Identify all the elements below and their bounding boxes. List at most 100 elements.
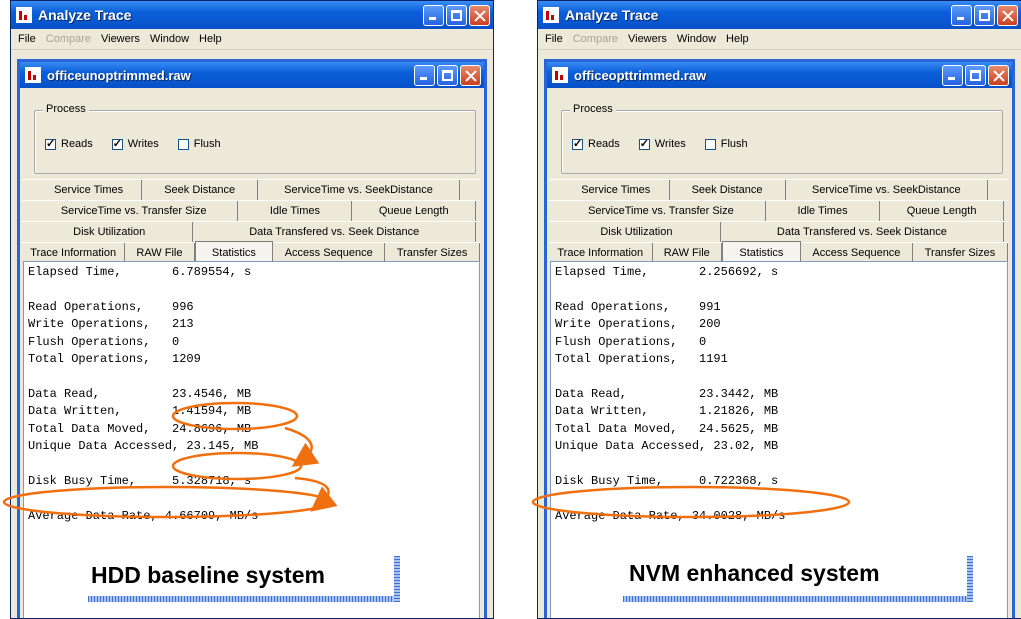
menu-compare[interactable]: Compare [568,33,623,45]
left-caption: HDD baseline system [91,562,325,588]
flush-checkbox[interactable]: Flush [704,138,748,150]
stat-data-read: Data Read, 23.3442, MB [555,386,779,401]
left-app-titlebar[interactable]: Analyze Trace [11,1,493,29]
minimize-button[interactable] [423,4,444,26]
tab-service-times[interactable]: Service Times [36,180,143,200]
right-child-title: officeopttrimmed.raw [574,67,707,83]
child-close-button[interactable] [460,64,481,86]
tab-disk-utilization[interactable]: Disk Utilization [553,222,721,242]
reads-checkbox[interactable]: Reads [572,137,620,150]
right-app-window: Analyze Trace File Compare Viewers Windo… [537,0,1021,619]
left-app-window: Analyze Trace File Compare Viewers Windo… [10,0,494,619]
left-caption-shadow-bottom [88,596,400,602]
reads-checkbox[interactable]: Reads [45,137,93,150]
tab-trace-information[interactable]: Trace Information [549,243,653,263]
child-maximize-button[interactable] [437,64,458,86]
stat-elapsed-time: Elapsed Time, 2.256692, s [555,265,779,279]
app-chart-icon [16,7,32,23]
right-app-titlebar[interactable]: Analyze Trace [538,1,1021,29]
writes-checkbox[interactable]: Writes [638,137,686,150]
tab-transfer-sizes[interactable]: Transfer Sizes [385,243,480,263]
stat-total-data-moved: Total Data Moved, 24.8696, MB [28,421,252,436]
child-maximize-button[interactable] [965,64,986,86]
maximize-button[interactable] [446,4,467,26]
maximize-button[interactable] [974,4,995,26]
flush-checkbox[interactable]: Flush [177,138,221,150]
stat-write-operations: Write Operations, 200 [555,317,721,332]
right-caption-shadow-bottom [623,596,973,602]
tab-trace-information[interactable]: Trace Information [22,243,126,263]
tab-data-transfered-seek[interactable]: Data Transfered vs. Seek Distance [193,222,476,242]
checkbox-checked-icon [638,137,650,150]
menu-file[interactable]: File [13,33,41,45]
stat-total-operations: Total Operations, 1191 [555,352,728,367]
checkbox-unchecked-icon [177,138,189,150]
tab-access-sequence[interactable]: Access Sequence [801,243,913,263]
minimize-button[interactable] [951,4,972,26]
stat-total-data-moved: Total Data Moved, 24.5625, MB [555,421,779,436]
child-minimize-button[interactable] [942,64,963,86]
close-button[interactable] [469,4,490,26]
tab-transfer-sizes[interactable]: Transfer Sizes [913,243,1008,263]
menu-compare[interactable]: Compare [41,33,96,45]
tab-queue-length[interactable]: Queue Length [352,201,476,221]
process-groupbox: Process Reads Writes Flush [34,103,476,174]
tab-service-times[interactable]: Service Times [563,180,670,200]
right-caption-shadow-right [967,556,973,602]
child-chart-icon [552,67,568,83]
menu-window[interactable]: Window [145,33,194,45]
stat-unique-data-accessed: Unique Data Accessed, 23.02, MB [555,439,779,454]
app-chart-icon [543,7,559,23]
tab-servicetime-transfer-size[interactable]: ServiceTime vs. Transfer Size [30,201,239,221]
process-groupbox: Process Reads Writes Flush [561,103,1003,174]
stat-average-data-rate: Average Data Rate, 34.0028, MB/s [555,508,786,523]
checkbox-checked-icon [572,137,583,150]
right-caption: NVM enhanced system [629,560,880,586]
menu-file[interactable]: File [540,33,568,45]
process-legend: Process [570,103,616,115]
tab-raw-file[interactable]: RAW File [125,243,195,263]
left-menubar: File Compare Viewers Window Help [11,29,493,50]
tab-servicetime-seekdistance[interactable]: ServiceTime vs. SeekDistance [786,180,988,200]
menu-window[interactable]: Window [672,33,721,45]
tab-servicetime-transfer-size[interactable]: ServiceTime vs. Transfer Size [557,201,766,221]
tab-raw-file[interactable]: RAW File [653,243,722,263]
tab-statistics[interactable]: Statistics [194,241,274,263]
close-button[interactable] [997,4,1018,26]
left-child-title: officeunoptrimmed.raw [47,67,191,83]
left-child-titlebar[interactable]: officeunoptrimmed.raw [20,62,484,88]
checkbox-checked-icon [111,137,123,150]
left-tabs: Service Times Seek Distance ServiceTime … [22,179,480,263]
menu-help[interactable]: Help [194,33,227,45]
left-child-window: officeunoptrimmed.raw Process Reads Writ… [17,59,487,618]
child-minimize-button[interactable] [414,64,435,86]
stat-elapsed-time: Elapsed Time, 6.789554, s [28,265,252,279]
stat-disk-busy-time: Disk Busy Time, 5.328718, s [28,473,252,488]
menu-help[interactable]: Help [721,33,754,45]
tab-servicetime-seekdistance[interactable]: ServiceTime vs. SeekDistance [258,180,460,200]
stat-average-data-rate: Average Data Rate, 4.66709, MB/s [28,508,259,523]
writes-checkbox[interactable]: Writes [111,137,159,150]
child-chart-icon [25,67,41,83]
stat-data-read: Data Read, 23.4546, MB [28,386,252,401]
menu-viewers[interactable]: Viewers [96,33,145,45]
stat-total-operations: Total Operations, 1209 [28,352,201,367]
tab-queue-length[interactable]: Queue Length [880,201,1004,221]
right-child-titlebar[interactable]: officeopttrimmed.raw [547,62,1012,88]
left-app-title: Analyze Trace [38,7,132,23]
process-legend: Process [43,103,89,115]
child-close-button[interactable] [988,64,1009,86]
tab-seek-distance[interactable]: Seek Distance [142,180,259,200]
tab-statistics[interactable]: Statistics [721,241,801,263]
tab-access-sequence[interactable]: Access Sequence [273,243,386,263]
right-child-window: officeopttrimmed.raw Process Reads Write… [544,59,1015,618]
tab-seek-distance[interactable]: Seek Distance [670,180,786,200]
stat-data-written: Data Written, 1.41594, MB [28,404,252,419]
tab-idle-times[interactable]: Idle Times [238,201,353,221]
tab-idle-times[interactable]: Idle Times [766,201,881,221]
menu-viewers[interactable]: Viewers [623,33,672,45]
tab-disk-utilization[interactable]: Disk Utilization [26,222,194,242]
stat-disk-busy-time: Disk Busy Time, 0.722368, s [555,473,779,488]
right-menubar: File Compare Viewers Window Help [538,29,1021,50]
tab-data-transfered-seek[interactable]: Data Transfered vs. Seek Distance [721,222,1004,242]
